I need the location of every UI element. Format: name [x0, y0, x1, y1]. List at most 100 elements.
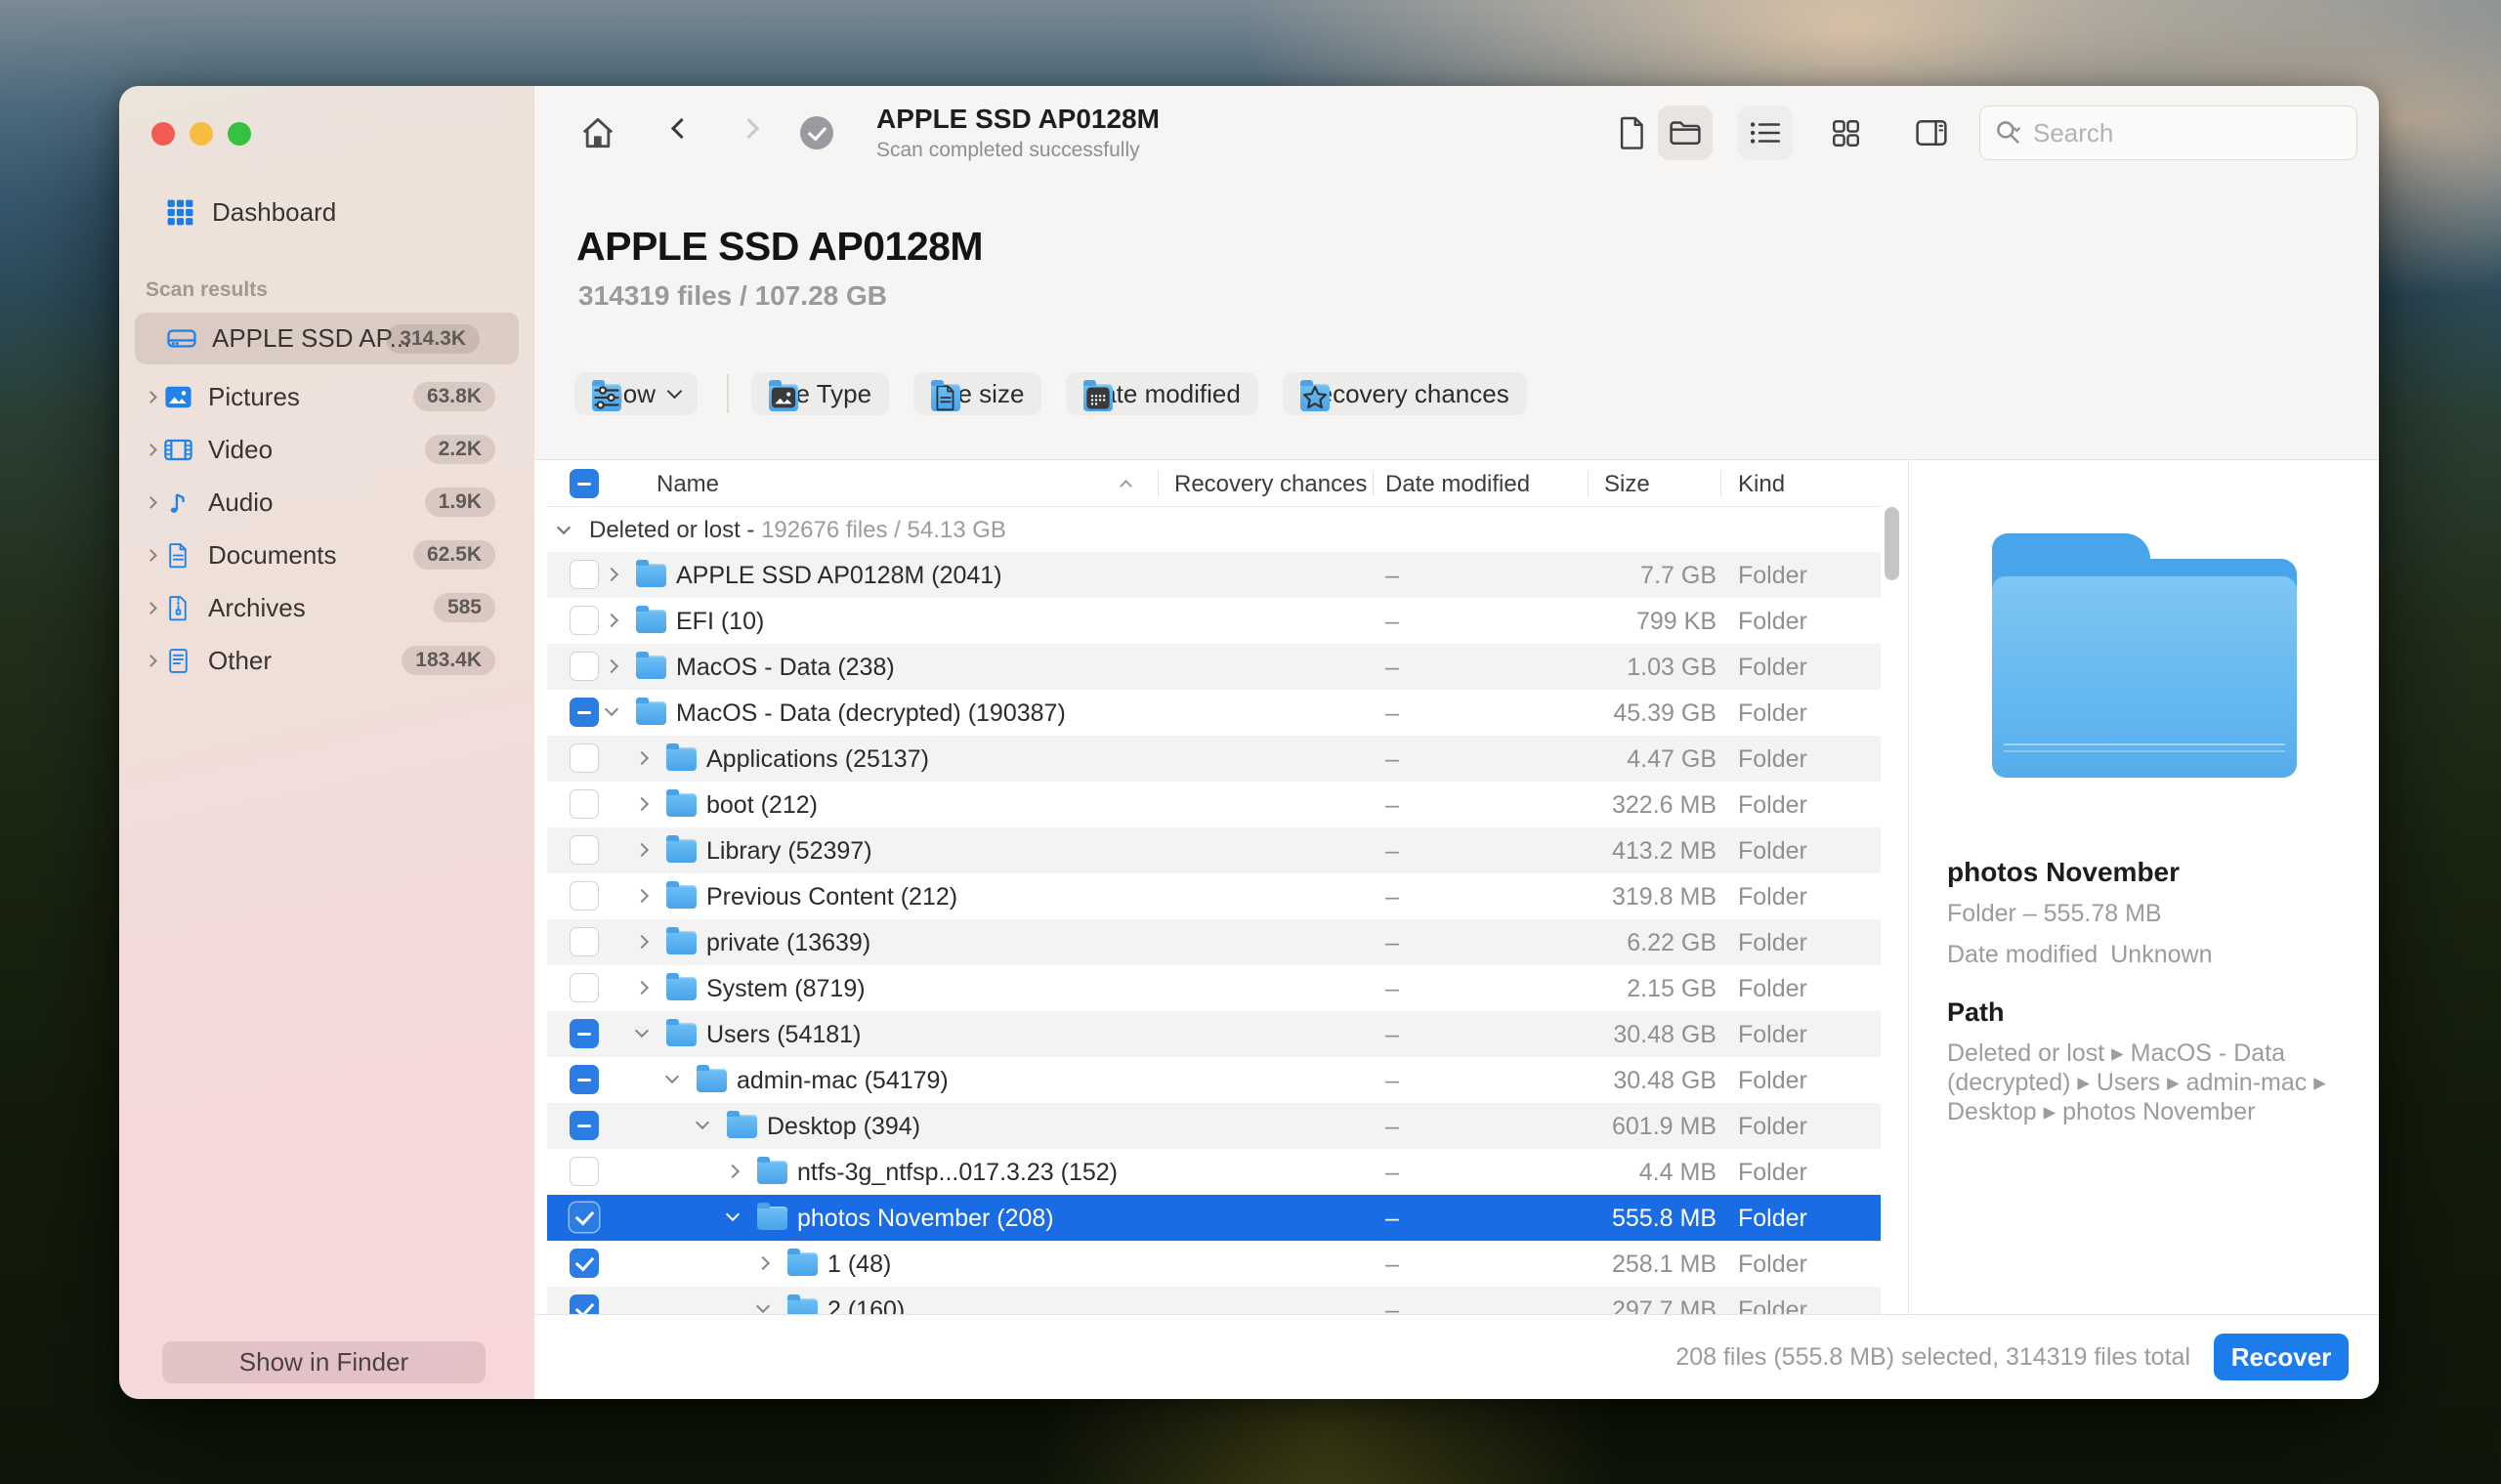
chevron-right-icon[interactable]: [145, 444, 157, 456]
sidebar-item-video[interactable]: Video 2.2K: [119, 423, 534, 476]
row-checkbox[interactable]: [570, 1111, 599, 1140]
row-checkbox[interactable]: [570, 606, 599, 635]
table-row[interactable]: boot (212) – 322.6 MB Folder: [547, 782, 1881, 827]
folder-icon: [666, 885, 697, 909]
table-header[interactable]: Name Recovery chances Date modified Size…: [547, 460, 1881, 507]
chevron-right-icon[interactable]: [145, 549, 157, 562]
table-row[interactable]: Previous Content (212) – 319.8 MB Folder: [547, 873, 1881, 919]
show-in-finder-button[interactable]: Show in Finder: [162, 1341, 486, 1383]
table-row[interactable]: photos November (208) – 555.8 MB Folder: [547, 1195, 1881, 1241]
disclosure-chevron-icon[interactable]: [605, 614, 618, 627]
sidebar-item-dashboard[interactable]: Dashboard: [165, 195, 336, 229]
chevron-right-icon[interactable]: [145, 602, 157, 615]
disclosure-chevron-icon[interactable]: [756, 1299, 770, 1313]
column-header-kind[interactable]: Kind: [1738, 471, 1785, 498]
disclosure-chevron-icon[interactable]: [696, 1116, 709, 1129]
grid-view-icon[interactable]: [1818, 106, 1873, 160]
disclosure-chevron-icon[interactable]: [635, 981, 649, 995]
table-row[interactable]: ntfs-3g_ntfsp...017.3.23 (152) – 4.4 MB …: [547, 1149, 1881, 1195]
disclosure-chevron-icon[interactable]: [726, 1208, 740, 1221]
search-field[interactable]: [1979, 106, 2357, 160]
sidebar-item-archives[interactable]: Archives 585: [119, 581, 534, 634]
disclosure-chevron-icon[interactable]: [605, 659, 618, 673]
folder-icon: [636, 701, 666, 725]
disclosure-chevron-icon[interactable]: [635, 889, 649, 903]
filter-button-file-size[interactable]: File size: [913, 372, 1041, 415]
row-date-modified: –: [1385, 654, 1399, 682]
panel-view-icon[interactable]: [1904, 106, 1959, 160]
minimize-button[interactable]: [190, 122, 213, 146]
sidebar-item-selected-drive[interactable]: APPLE SSD AP... 314.3K: [135, 313, 519, 364]
disclosure-chevron-icon[interactable]: [605, 702, 618, 716]
zoom-button[interactable]: [228, 122, 251, 146]
row-checkbox[interactable]: [570, 789, 599, 819]
sidebar-item-pictures[interactable]: Pictures 63.8K: [119, 370, 534, 423]
row-name: photos November (208): [797, 1205, 1054, 1233]
home-icon[interactable]: [578, 112, 617, 153]
document-view-icon[interactable]: [1605, 106, 1660, 160]
row-checkbox[interactable]: [570, 973, 599, 1002]
folder-view-icon[interactable]: [1658, 106, 1713, 160]
table-row[interactable]: MacOS - Data (decrypted) (190387) – 45.3…: [547, 690, 1881, 736]
table-row[interactable]: APPLE SSD AP0128M (2041) – 7.7 GB Folder: [547, 552, 1881, 598]
select-all-checkbox[interactable]: [570, 469, 599, 498]
row-checkbox[interactable]: [570, 1065, 599, 1094]
row-checkbox[interactable]: [570, 1203, 599, 1232]
show-filter-button[interactable]: Show: [574, 372, 698, 415]
archives-icon: [163, 595, 193, 621]
row-checkbox[interactable]: [570, 1157, 599, 1186]
row-checkbox[interactable]: [570, 881, 599, 911]
table-row[interactable]: admin-mac (54179) – 30.48 GB Folder: [547, 1057, 1881, 1103]
table-row[interactable]: Applications (25137) – 4.47 GB Folder: [547, 736, 1881, 782]
back-icon[interactable]: [671, 118, 692, 139]
forward-icon[interactable]: [739, 118, 759, 139]
disclosure-chevron-icon[interactable]: [635, 843, 649, 857]
filter-button-recovery-chances[interactable]: Recovery chances: [1283, 372, 1527, 415]
disclosure-chevron-icon[interactable]: [726, 1165, 740, 1178]
section-chevron-down-icon[interactable]: [557, 521, 571, 534]
close-button[interactable]: [151, 122, 175, 146]
table-row[interactable]: 1 (48) – 258.1 MB Folder: [547, 1241, 1881, 1287]
row-checkbox[interactable]: [570, 927, 599, 956]
column-header-date[interactable]: Date modified: [1385, 471, 1530, 498]
disclosure-chevron-icon[interactable]: [665, 1070, 679, 1083]
table-row[interactable]: private (13639) – 6.22 GB Folder: [547, 919, 1881, 965]
row-checkbox[interactable]: [570, 1249, 599, 1278]
table-row[interactable]: Users (54181) – 30.48 GB Folder: [547, 1011, 1881, 1057]
filter-button-file-type[interactable]: File Type: [751, 372, 889, 415]
column-header-size[interactable]: Size: [1604, 471, 1650, 498]
sidebar-item-audio[interactable]: Audio 1.9K: [119, 476, 534, 529]
row-checkbox[interactable]: [570, 698, 599, 727]
search-input[interactable]: [2033, 118, 2326, 148]
column-header-name[interactable]: Name: [657, 471, 719, 498]
chevron-right-icon[interactable]: [145, 655, 157, 667]
section-row-deleted-or-lost[interactable]: Deleted or lost - 192676 files / 54.13 G…: [547, 507, 1881, 552]
column-header-recovery[interactable]: Recovery chances: [1174, 471, 1367, 498]
row-checkbox[interactable]: [570, 743, 599, 773]
row-checkbox[interactable]: [570, 1294, 599, 1314]
disclosure-chevron-icon[interactable]: [756, 1256, 770, 1270]
sidebar-item-other[interactable]: Other 183.4K: [119, 634, 534, 687]
scrollbar-thumb[interactable]: [1885, 507, 1899, 580]
table-row[interactable]: Desktop (394) – 601.9 MB Folder: [547, 1103, 1881, 1149]
row-checkbox[interactable]: [570, 652, 599, 681]
row-checkbox[interactable]: [570, 1019, 599, 1048]
sidebar-item-documents[interactable]: Documents 62.5K: [119, 529, 534, 581]
row-checkbox[interactable]: [570, 560, 599, 589]
disclosure-chevron-icon[interactable]: [635, 1024, 649, 1038]
disclosure-chevron-icon[interactable]: [635, 797, 649, 811]
table-row[interactable]: 2 (160) – 297.7 MB Folder: [547, 1287, 1881, 1314]
table-row[interactable]: Library (52397) – 413.2 MB Folder: [547, 827, 1881, 873]
filter-button-date-modified[interactable]: Date modified: [1066, 372, 1257, 415]
list-view-icon[interactable]: [1738, 106, 1793, 160]
row-checkbox[interactable]: [570, 835, 599, 865]
chevron-right-icon[interactable]: [145, 496, 157, 509]
table-row[interactable]: System (8719) – 2.15 GB Folder: [547, 965, 1881, 1011]
table-row[interactable]: MacOS - Data (238) – 1.03 GB Folder: [547, 644, 1881, 690]
recover-button[interactable]: Recover: [2214, 1334, 2349, 1380]
table-row[interactable]: EFI (10) – 799 KB Folder: [547, 598, 1881, 644]
disclosure-chevron-icon[interactable]: [635, 751, 649, 765]
chevron-right-icon[interactable]: [145, 391, 157, 403]
disclosure-chevron-icon[interactable]: [635, 935, 649, 949]
disclosure-chevron-icon[interactable]: [605, 568, 618, 581]
